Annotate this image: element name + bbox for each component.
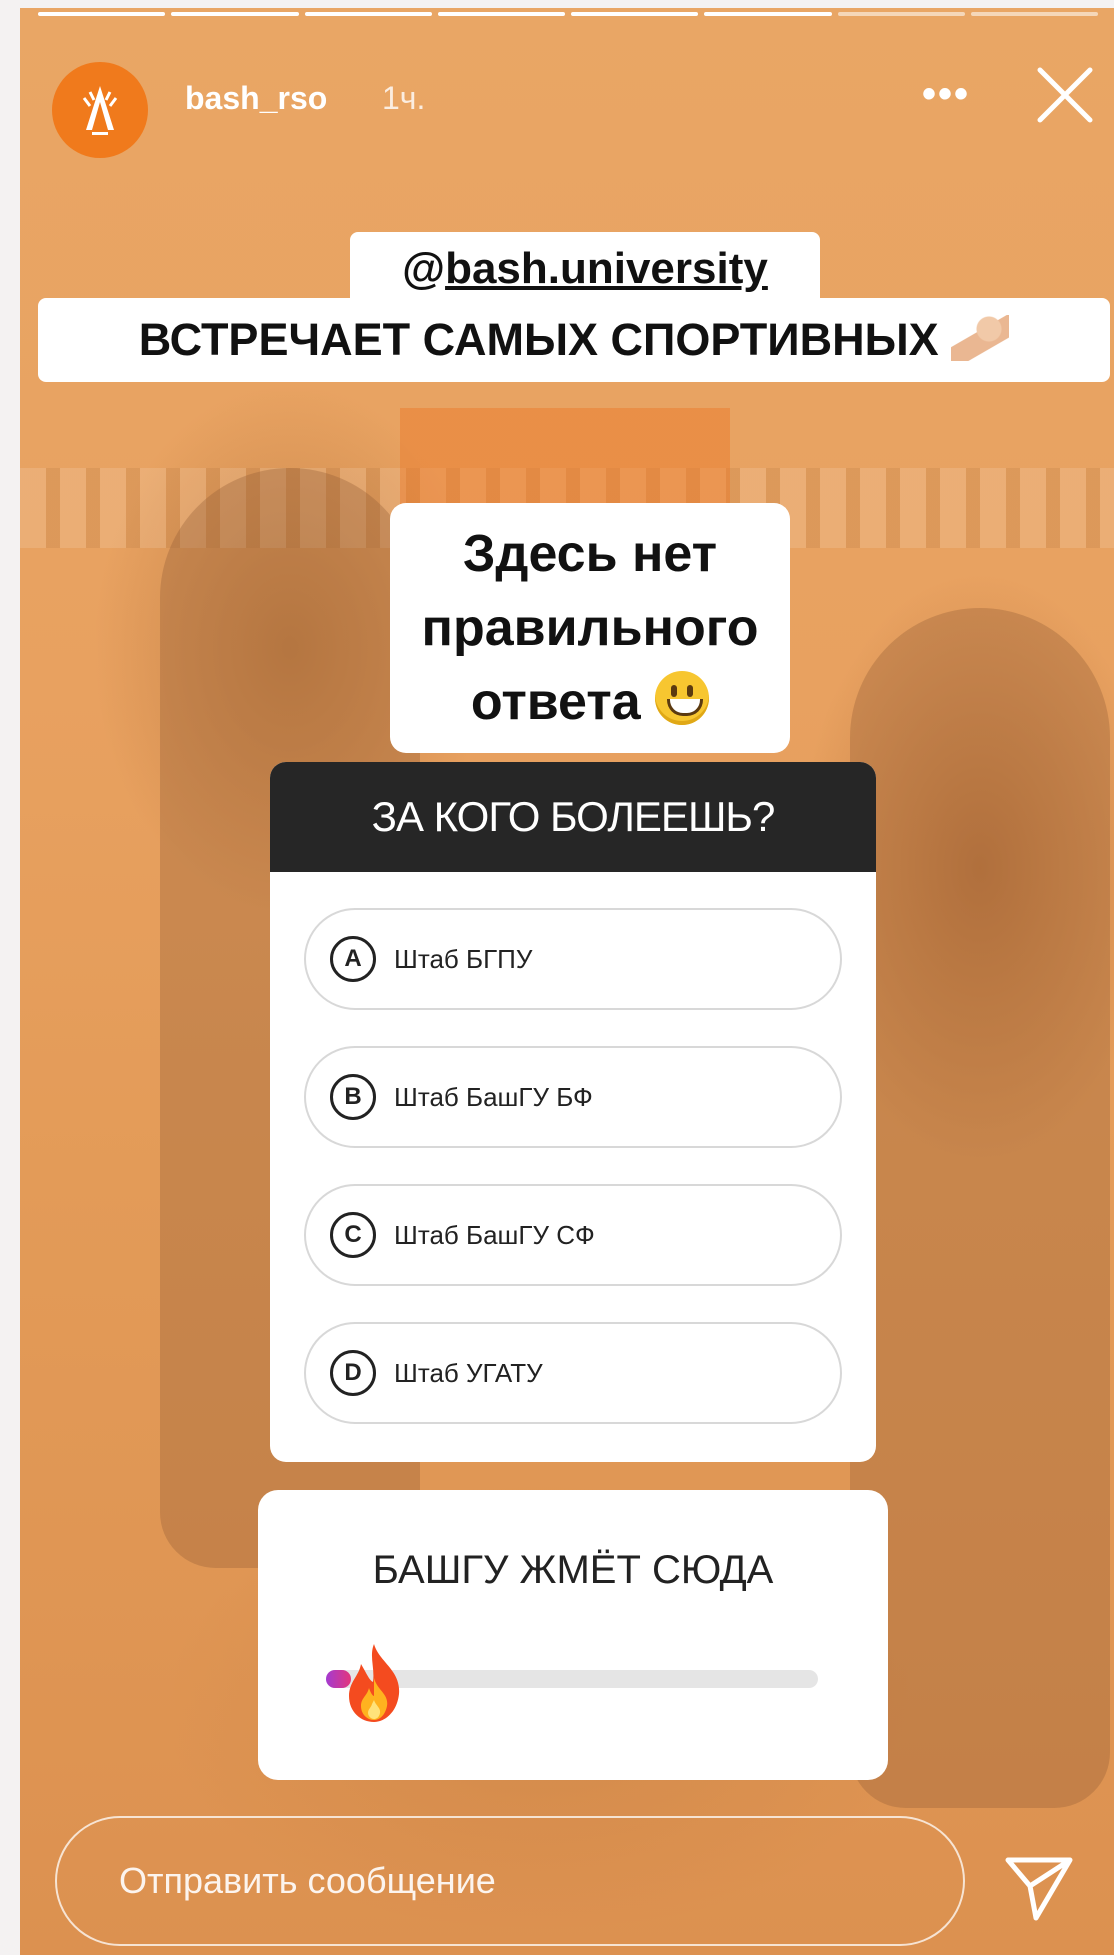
mention-handle: bash.university: [445, 244, 768, 293]
avatar[interactable]: [52, 62, 148, 158]
quiz-option-b[interactable]: B Штаб БашГУ БФ: [304, 1046, 842, 1148]
option-letter-b: B: [330, 1074, 376, 1120]
story-progress-bar: [38, 12, 1098, 16]
progress-segment: [437, 12, 565, 16]
note-sticker: Здесь нет правильного ответа: [390, 503, 790, 753]
option-text-c: Штаб БашГУ СФ: [394, 1219, 595, 1250]
progress-segment: [704, 12, 832, 16]
progress-segment: [304, 12, 432, 16]
smiley-icon: [655, 671, 710, 725]
option-text-d: Штаб УГАТУ: [394, 1357, 543, 1388]
option-text-a: Штаб БГПУ: [394, 943, 533, 974]
option-letter-d: D: [330, 1350, 376, 1396]
rso-logo-icon: [82, 86, 118, 135]
message-placeholder: Отправить сообщение: [119, 1860, 496, 1901]
progress-segment: [970, 12, 1098, 16]
story-username[interactable]: bash_rso: [185, 80, 327, 117]
progress-segment: [571, 12, 699, 16]
quiz-option-d[interactable]: D Штаб УГАТУ: [304, 1322, 842, 1424]
flexed-biceps-icon: [951, 315, 1010, 361]
fire-icon[interactable]: [339, 1640, 409, 1724]
option-letter-a: A: [330, 936, 376, 982]
mention-prefix: @: [402, 244, 446, 293]
progress-segment: [837, 12, 965, 16]
option-letter-c: C: [330, 1212, 376, 1258]
story-time: 1ч.: [382, 80, 426, 116]
quiz-option-a[interactable]: A Штаб БГПУ: [304, 908, 842, 1010]
emoji-slider-sticker: БАШГУ ЖМЁТ СЮДА: [258, 1490, 888, 1780]
option-text-b: Штаб БашГУ БФ: [394, 1081, 593, 1112]
note-line-2: правильного: [421, 599, 759, 657]
quiz-question: ЗА КОГО БОЛЕЕШЬ?: [270, 762, 876, 872]
headline-text: ВСТРЕЧАЕТ САМЫХ СПОРТИВНЫХ: [138, 314, 939, 365]
message-input[interactable]: Отправить сообщение: [55, 1816, 965, 1946]
headline-sticker: ВСТРЕЧАЕТ САМЫХ СПОРТИВНЫХ: [38, 298, 1110, 382]
note-line-3: ответа: [470, 673, 641, 731]
more-options-icon[interactable]: •••: [922, 72, 970, 117]
quiz-option-c[interactable]: C Штаб БашГУ СФ: [304, 1184, 842, 1286]
background-person-right: [850, 608, 1110, 1808]
paper-plane-icon[interactable]: [1000, 1848, 1078, 1926]
close-icon[interactable]: [1030, 60, 1100, 130]
mention-sticker[interactable]: @bash.university: [350, 232, 820, 306]
note-line-1: Здесь нет: [462, 525, 718, 583]
progress-segment: [38, 12, 166, 16]
quiz-sticker: ЗА КОГО БОЛЕЕШЬ? A Штаб БГПУ B Штаб БашГ…: [270, 762, 876, 1462]
progress-segment: [171, 12, 299, 16]
slider-question: БАШГУ ЖМЁТ СЮДА: [372, 1548, 774, 1592]
